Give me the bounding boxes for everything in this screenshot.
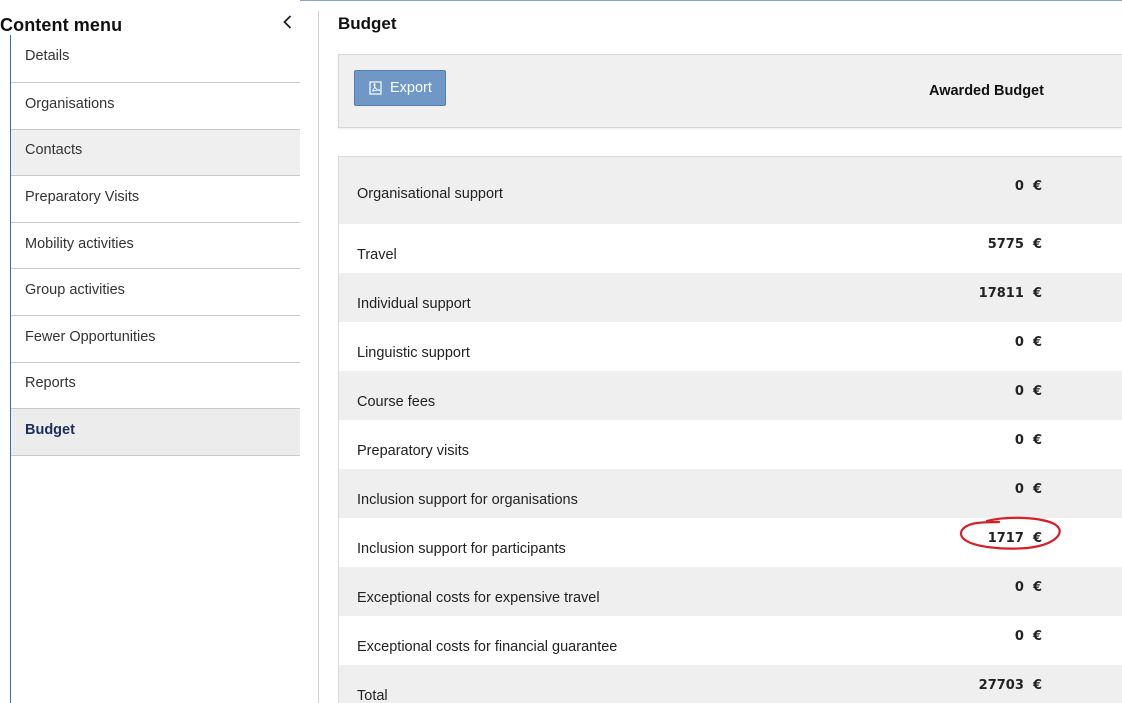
sidebar-item-label: Group activities [25, 282, 125, 299]
column-header-awarded-budget: Awarded Budget [929, 83, 1044, 99]
sidebar-header: Content menu [0, 8, 300, 36]
table-row: Inclusion support for organisations 0 € [339, 469, 1122, 518]
table-row: Course fees 0 € [339, 371, 1122, 420]
sidebar-item-label: Details [25, 48, 70, 64]
row-value: 0 € [1014, 335, 1042, 350]
sidebar-item-group-activities[interactable]: Group activities [11, 269, 300, 316]
sidebar-item-contacts[interactable]: Contacts [11, 129, 300, 177]
row-value: 0 € [1014, 433, 1042, 448]
row-label: Exceptional costs for expensive travel [357, 590, 600, 606]
row-value: 0 € [1014, 580, 1042, 595]
row-value: 0 € [1014, 384, 1042, 399]
row-value: 27703 € [978, 678, 1042, 693]
chevron-left-icon[interactable] [278, 12, 298, 32]
row-value: 0 € [1014, 179, 1042, 194]
table-row: Individual support 17811 € [339, 273, 1122, 322]
sidebar-item-organisations[interactable]: Organisations [11, 83, 300, 130]
content-menu: Details Organisations Contacts Preparato… [11, 37, 300, 456]
sidebar-item-preparatory-visits[interactable]: Preparatory Visits [11, 176, 300, 223]
budget-toolbar: Export Awarded Budget [338, 54, 1122, 128]
sidebar-item-label: Fewer Opportunities [25, 328, 156, 345]
sidebar-item-label: Budget [25, 421, 75, 438]
table-row-total: Total 27703 € [339, 665, 1122, 703]
row-label: Individual support [357, 296, 471, 312]
sidebar-item-label: Mobility activities [25, 235, 134, 252]
table-row: Organisational support 0 € [339, 157, 1122, 224]
page-title: Budget [338, 14, 397, 33]
export-button-label: Export [390, 80, 432, 96]
sidebar-title: Content menu [0, 15, 123, 35]
table-row: Inclusion support for participants 1717 … [339, 516, 1122, 567]
row-label: Linguistic support [357, 345, 470, 361]
row-label: Travel [357, 247, 397, 263]
budget-table: Organisational support 0 € Travel 5775 €… [338, 156, 1122, 703]
sidebar-item-budget[interactable]: Budget [11, 409, 300, 456]
sidebar-item-reports[interactable]: Reports [11, 362, 300, 410]
row-label: Exceptional costs for financial guarante… [357, 639, 618, 655]
sidebar-item-label: Preparatory Visits [25, 188, 140, 205]
row-label: Course fees [357, 394, 436, 410]
row-label: Total [357, 688, 388, 703]
row-label: Preparatory visits [357, 443, 470, 459]
sidebar-item-label: Reports [25, 375, 76, 392]
row-value: 0 € [1014, 629, 1042, 644]
pdf-file-icon [369, 81, 382, 95]
sidebar-item-label: Contacts [25, 142, 83, 159]
row-value-highlighted: 1717 € [987, 531, 1042, 546]
sidebar-item-label: Organisations [25, 95, 115, 112]
table-row: Travel 5775 € [339, 224, 1122, 273]
row-label: Inclusion support for organisations [357, 492, 578, 508]
table-row: Linguistic support 0 € [339, 322, 1122, 371]
export-button[interactable]: Export [354, 70, 446, 106]
sidebar-item-mobility-activities[interactable]: Mobility activities [11, 222, 300, 270]
sidebar-item-details[interactable]: Details [11, 37, 300, 83]
row-value: 5775 € [987, 237, 1042, 252]
row-value: 17811 € [978, 286, 1042, 301]
row-label: Organisational support [357, 186, 503, 202]
row-value: 0 € [1014, 482, 1042, 497]
table-row: Exceptional costs for expensive travel 0… [339, 567, 1122, 616]
content-menu-sidebar: Content menu Details Organisations Conta… [0, 0, 300, 703]
table-row: Preparatory visits 0 € [339, 420, 1122, 469]
row-label: Inclusion support for participants [357, 541, 566, 557]
sidebar-item-fewer-opportunities[interactable]: Fewer Opportunities [11, 315, 300, 363]
table-row: Exceptional costs for financial guarante… [339, 616, 1122, 665]
panel-divider [318, 11, 319, 703]
